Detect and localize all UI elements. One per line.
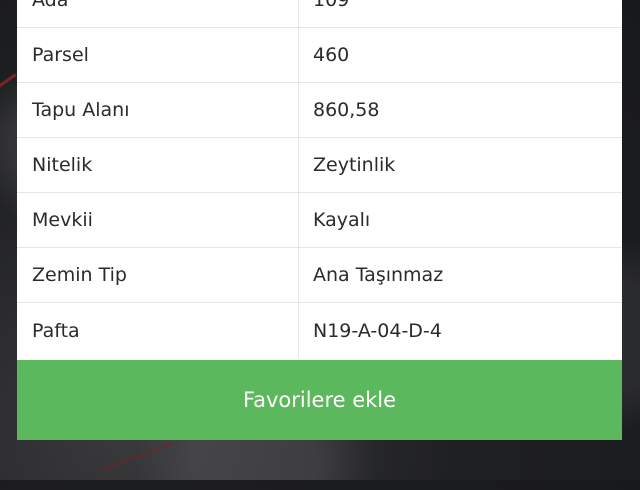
row-label: Zemin Tip — [17, 248, 299, 302]
row-label: Nitelik — [17, 138, 299, 192]
row-label: Tapu Alanı — [17, 83, 299, 137]
row-label: Ada — [17, 0, 299, 27]
row-value: N19-A-04-D-4 — [313, 319, 442, 342]
row-value: Kayalı — [313, 209, 371, 231]
row-value: 860,58 — [313, 99, 380, 121]
row-label: Mevkii — [17, 193, 299, 247]
row-label: Parsel — [17, 28, 299, 82]
table-row-mevkii: Mevkii Kayalı — [17, 193, 622, 248]
row-value: Ana Taşınmaz — [313, 264, 444, 286]
table-row-pafta: Pafta N19-A-04-D-4 — [17, 303, 622, 358]
property-details-card: Ada 109 Parsel 460 Tapu Alanı 860,58 Nit… — [17, 0, 622, 440]
table-row-parsel: Parsel 460 — [17, 28, 622, 83]
row-value: Zeytinlik — [313, 154, 396, 176]
table-row-tapu-alani: Tapu Alanı 860,58 — [17, 83, 622, 138]
table-row-zemin-tip: Zemin Tip Ana Taşınmaz — [17, 248, 622, 303]
table-row-nitelik: Nitelik Zeytinlik — [17, 138, 622, 193]
add-to-favorites-button[interactable]: Favorilere ekle — [17, 360, 622, 440]
row-value: 109 — [313, 0, 350, 11]
row-label: Pafta — [17, 303, 299, 358]
table-row-ada: Ada 109 — [17, 0, 622, 28]
row-value: 460 — [313, 44, 350, 66]
